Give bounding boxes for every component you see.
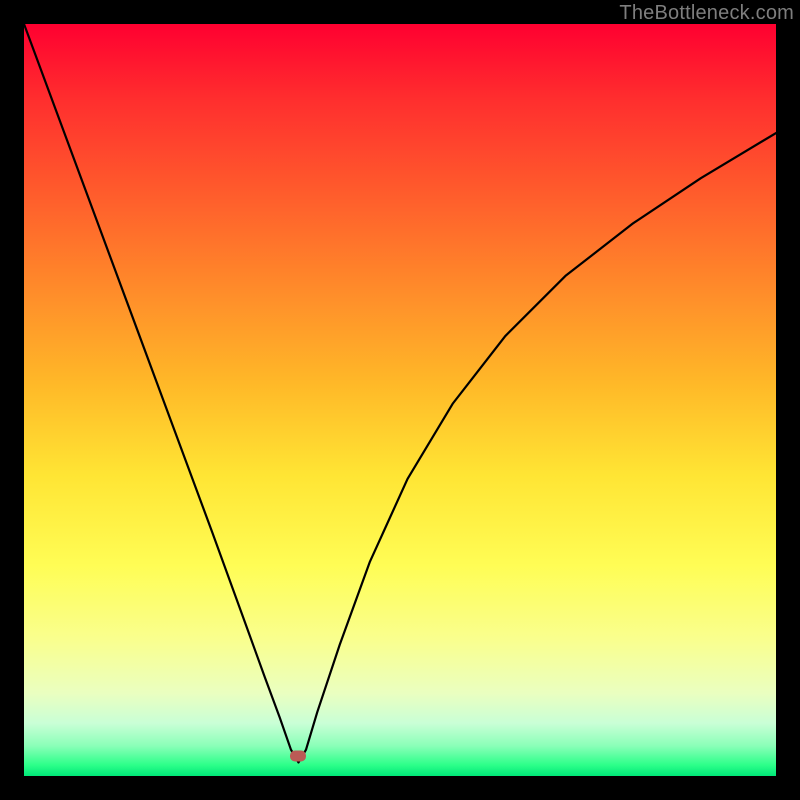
curve-svg [24,24,776,776]
min-marker [290,751,306,762]
plot-area [24,24,776,776]
bottleneck-curve [24,24,776,762]
watermark-text: TheBottleneck.com [619,2,794,25]
chart-frame: TheBottleneck.com [0,0,800,800]
